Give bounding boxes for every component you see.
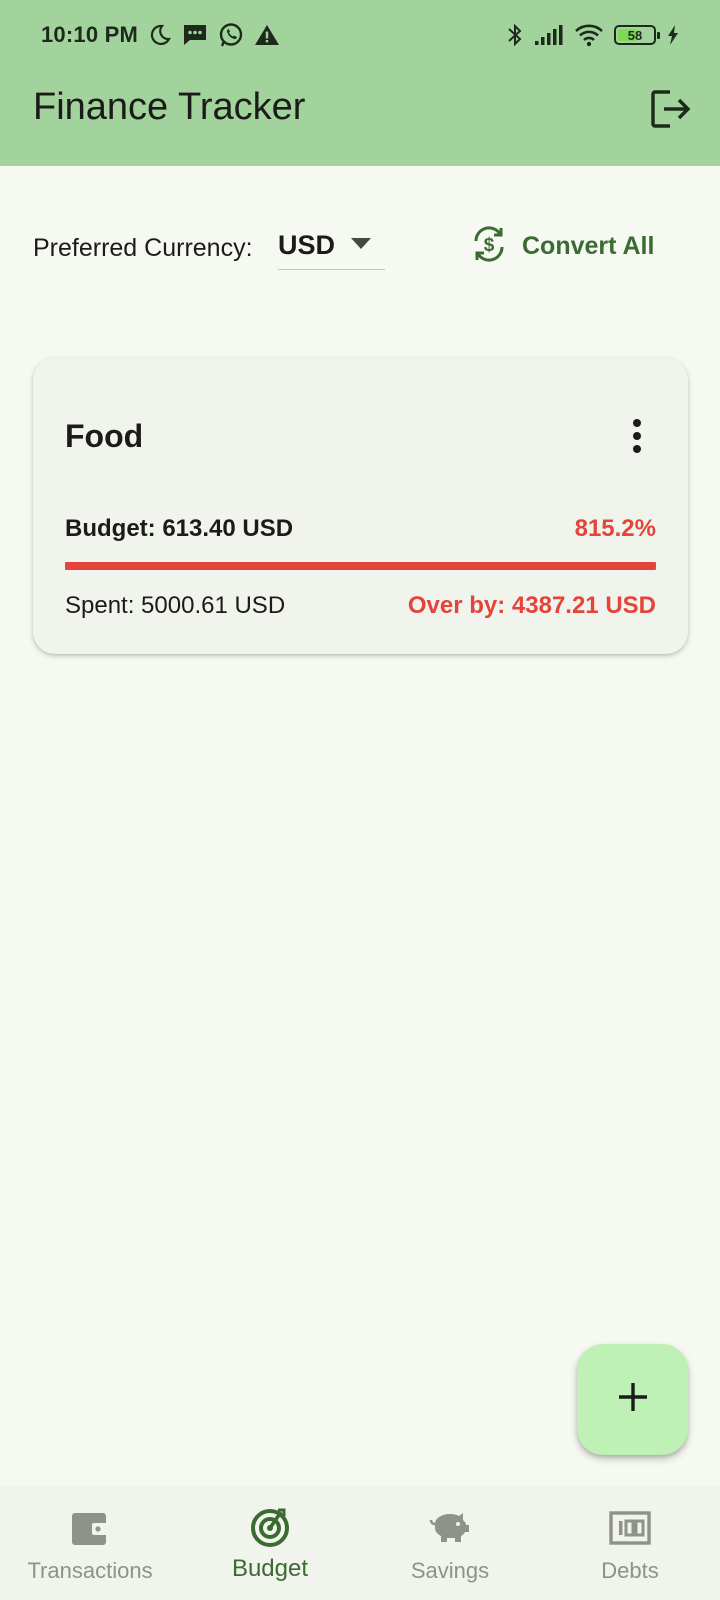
- bottom-navigation: Transactions Budget Savings Debts: [0, 1486, 720, 1600]
- budget-progress-bar: [65, 562, 656, 570]
- status-bar: 10:10 PM 58: [0, 0, 720, 70]
- bluetooth-icon: [506, 22, 524, 48]
- currency-exchange-icon: $: [470, 225, 508, 268]
- nav-label-savings: Savings: [410, 1558, 490, 1583]
- whatsapp-icon: [218, 22, 244, 48]
- over-amount: Over by: 4387.21 USD: [407, 592, 656, 619]
- message-icon: [182, 23, 208, 47]
- logout-icon: [650, 89, 692, 134]
- dropdown-arrow-icon: [351, 237, 372, 255]
- nav-label-transactions: Transactions: [27, 1558, 153, 1583]
- logout-button[interactable]: [648, 88, 694, 134]
- svg-text:$: $: [484, 235, 495, 256]
- nav-item-debts[interactable]: Debts: [540, 1486, 720, 1600]
- currency-row: Preferred Currency: USD $ Convert All: [0, 210, 720, 280]
- spent-amount: Spent: 5000.61 USD: [65, 592, 286, 619]
- battery-percent: 58: [627, 27, 643, 43]
- currency-selected: USD: [278, 230, 336, 260]
- currency-label: Preferred Currency:: [33, 234, 253, 262]
- budget-progress-fill: [65, 562, 656, 570]
- convert-all-button[interactable]: $ Convert All: [470, 222, 664, 270]
- wallet-icon: [70, 1506, 110, 1550]
- piggy-bank-icon: [429, 1506, 471, 1550]
- plus-icon: [617, 1381, 649, 1418]
- app-bar: 10:10 PM 58 Finance Tracker: [0, 0, 720, 166]
- target-icon: [249, 1506, 291, 1550]
- moon-icon: [148, 23, 172, 47]
- budget-amount: Budget: 613.40 USD: [65, 515, 294, 542]
- nav-item-budget[interactable]: Budget: [180, 1486, 360, 1600]
- currency-dropdown[interactable]: USD: [278, 222, 385, 270]
- nav-label-budget: Budget: [231, 1555, 309, 1582]
- more-options-button[interactable]: [613, 414, 661, 462]
- charging-icon: [666, 24, 680, 46]
- nav-item-savings[interactable]: Savings: [360, 1486, 540, 1600]
- page-title: Finance Tracker: [33, 86, 306, 128]
- money-icon: [609, 1506, 651, 1550]
- status-time: 10:10 PM: [41, 22, 138, 47]
- budget-card[interactable]: Food Budget: 613.40 USD 815.2% Spent: 50…: [33, 358, 688, 654]
- budget-category: Food: [65, 418, 144, 454]
- budget-percent: 815.2%: [574, 515, 656, 542]
- battery-icon: 58: [614, 25, 660, 45]
- wifi-icon: [574, 23, 604, 47]
- warning-icon: [254, 23, 280, 47]
- more-vert-icon: [632, 418, 642, 458]
- nav-label-debts: Debts: [601, 1558, 659, 1583]
- nav-item-transactions[interactable]: Transactions: [0, 1486, 180, 1600]
- signal-icon: [534, 24, 564, 46]
- add-budget-button[interactable]: [577, 1344, 688, 1455]
- convert-all-label: Convert All: [522, 231, 655, 260]
